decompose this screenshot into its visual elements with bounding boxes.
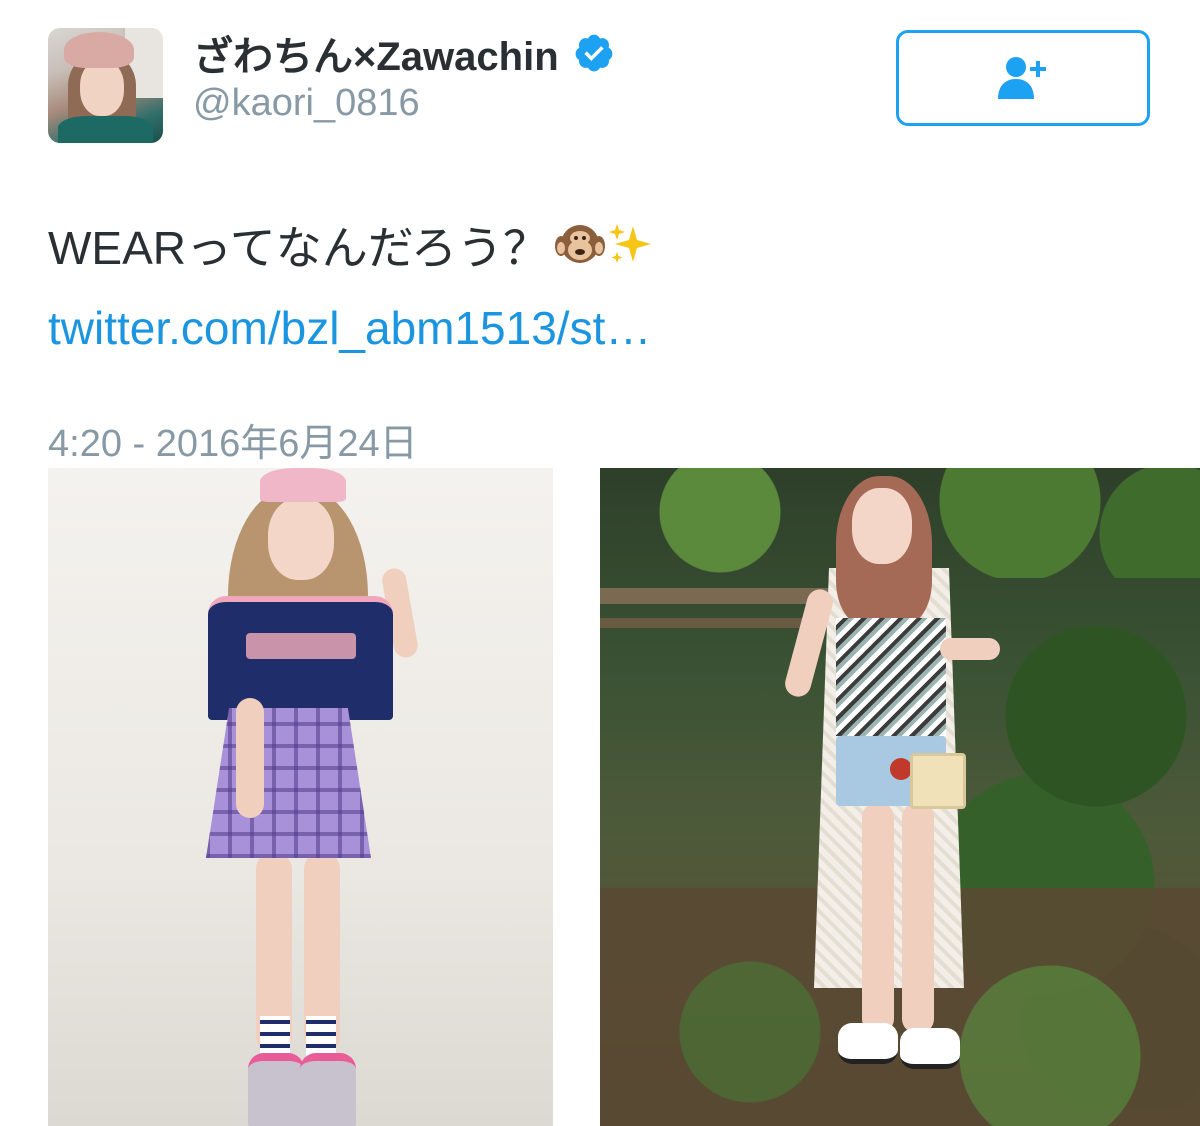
avatar[interactable] <box>48 28 163 143</box>
photo-right-rose-print <box>890 758 912 780</box>
tweet-text-content: WEARってなんだろう？ <box>48 222 549 274</box>
photo-left[interactable] <box>48 468 553 1126</box>
add-user-icon <box>998 57 1046 99</box>
photo-right-shoe <box>900 1028 960 1069</box>
photo-left-sock <box>260 1016 290 1056</box>
tweet: ざわちん×Zawachin @kaori_0816 WEARってなんだろう？ t… <box>0 0 1200 1126</box>
photo-right-face <box>852 488 912 564</box>
tweet-text: WEARってなんだろう？ <box>48 212 653 278</box>
display-name[interactable]: ざわちん×Zawachin <box>193 24 615 82</box>
tweet-timestamp[interactable]: 4:20 - 2016年6月24日 <box>48 412 418 467</box>
photo-left-skirt <box>206 708 371 858</box>
photo-left-face <box>268 498 334 580</box>
photo-right[interactable] <box>600 468 1200 1126</box>
avatar-coat <box>58 116 153 143</box>
photo-right-leg <box>862 803 894 1033</box>
photo-right-fence <box>600 618 820 628</box>
photo-right-top <box>836 618 946 736</box>
sparkles-icon <box>608 224 651 263</box>
photo-right-leg <box>902 803 934 1033</box>
photo-left-sock <box>306 1016 336 1056</box>
photo-left-cap <box>260 468 346 502</box>
display-name-text[interactable]: ざわちん×Zawachin <box>193 24 559 82</box>
avatar-hat <box>64 32 134 68</box>
tweet-link[interactable]: twitter.com/bzl_abm1513/st… <box>48 301 651 355</box>
avatar-face <box>80 60 124 116</box>
user-handle[interactable]: @kaori_0816 <box>193 82 420 125</box>
photo-right-shoe <box>838 1023 898 1064</box>
follow-button[interactable] <box>896 30 1150 126</box>
photo-left-shoe <box>248 1053 304 1126</box>
photo-right-bag <box>910 753 966 809</box>
photo-right-fence <box>600 588 840 604</box>
photo-right-hand <box>940 638 1000 660</box>
photo-left-arm <box>236 698 264 818</box>
photo-left-shoe <box>300 1053 356 1126</box>
verified-badge-icon <box>575 34 612 72</box>
photo-left-shirt-print <box>246 633 356 659</box>
hear-no-evil-monkey-icon <box>554 225 605 263</box>
